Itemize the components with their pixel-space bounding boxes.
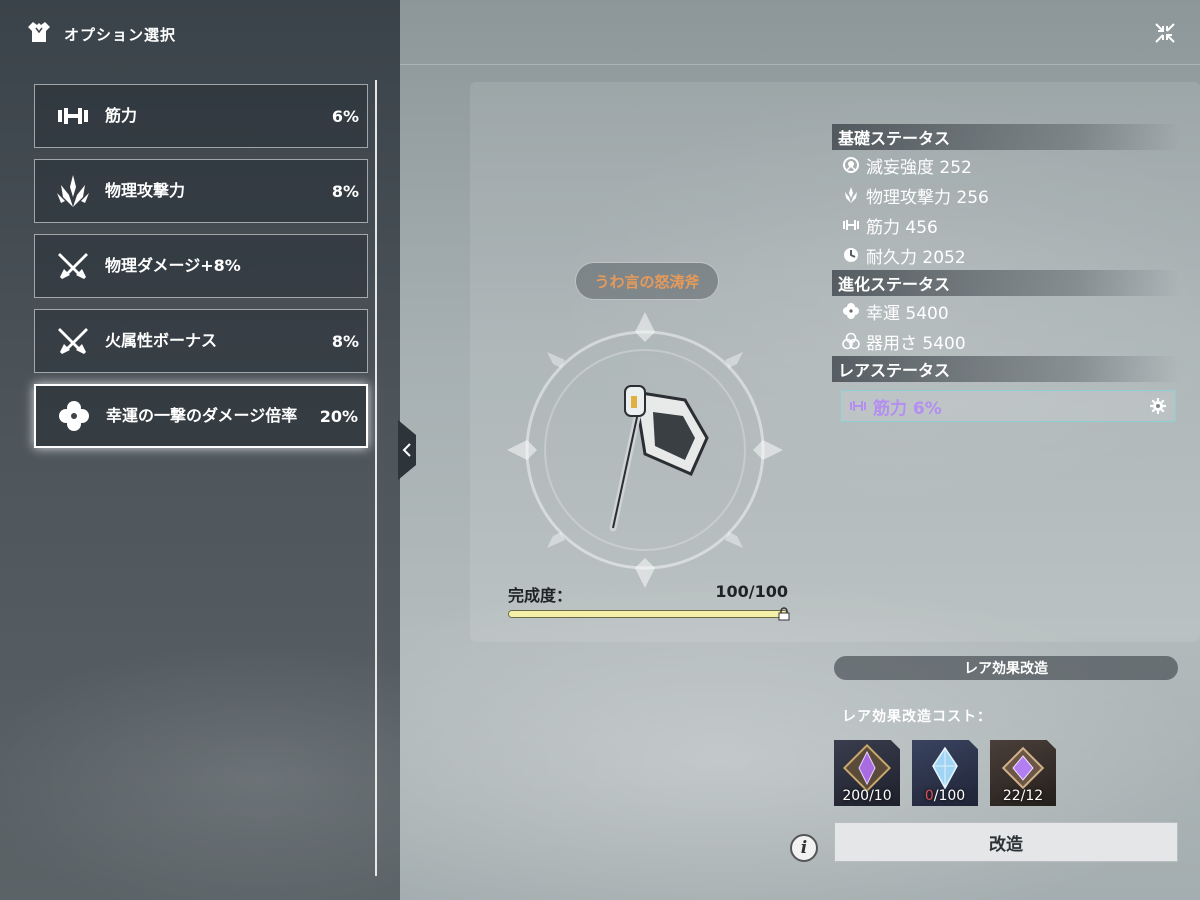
rare-stats-header: レアステータス — [832, 356, 1180, 382]
stat-label: 滅妄強度 252 — [866, 157, 972, 178]
collapse-panel-button[interactable] — [398, 420, 416, 480]
option-label: 物理ダメージ+8% — [105, 256, 241, 275]
weapon-frame — [505, 310, 785, 590]
header: オプション選択 — [26, 18, 176, 50]
crossed-swords-icon — [53, 323, 93, 359]
basic-stats-header: 基礎ステータス — [832, 124, 1180, 150]
lock-icon — [778, 607, 790, 621]
option-label: 物理攻撃力 — [105, 181, 186, 200]
cost-item[interactable]: 22/12 — [990, 740, 1056, 806]
rare-modify-header: レア効果改造 — [834, 656, 1178, 680]
completion-value: 100/100 — [715, 582, 788, 601]
option-item-fire-bonus[interactable]: 火属性ボーナス 8% — [34, 309, 368, 373]
option-list: 筋力 6% 物理攻撃力 8% 物理ダメージ+8% 火属性ボーナス 8% 幸運の一… — [34, 84, 368, 459]
rare-stat-slot[interactable]: 筋力 6% — [840, 390, 1176, 422]
option-value: 8% — [331, 331, 359, 351]
gear-icon[interactable] — [1149, 397, 1167, 415]
evolution-stats-header: 進化ステータス — [832, 270, 1180, 296]
rare-stat-label: 筋力 6% — [873, 398, 942, 419]
completion-bar-fill — [509, 611, 787, 617]
cost-count: 0/100 — [924, 788, 966, 804]
option-item-physical-damage[interactable]: 物理ダメージ+8% — [34, 234, 368, 298]
stat-row: 筋力 456 — [832, 210, 1180, 240]
stat-label: 耐久力 2052 — [866, 247, 966, 268]
stat-label: 筋力 456 — [866, 217, 938, 238]
axe-icon — [609, 385, 709, 532]
dumbbell-icon — [53, 98, 93, 134]
armor-icon — [26, 19, 52, 49]
chevron-left-icon — [402, 443, 411, 457]
crossed-swords-icon — [53, 248, 93, 284]
dumbbell-icon — [842, 216, 860, 234]
option-value: 20% — [319, 406, 358, 426]
cost-item[interactable]: 0/100 — [912, 740, 978, 806]
option-item-physical-attack[interactable]: 物理攻撃力 8% — [34, 159, 368, 223]
info-button[interactable]: i — [790, 834, 818, 862]
dumbbell-icon — [849, 397, 867, 415]
claw-icon — [53, 173, 93, 209]
clover-icon — [54, 398, 94, 434]
cost-count: 200/10 — [842, 788, 892, 804]
shield-icon — [842, 246, 860, 264]
close-button[interactable] — [1152, 20, 1178, 46]
dexterity-icon — [842, 332, 860, 350]
cost-count: 22/12 — [1002, 788, 1044, 804]
stats-panel: 基礎ステータス 滅妄強度 252 物理攻撃力 256 筋力 456 耐久力 20… — [832, 124, 1180, 422]
option-label: 筋力 — [105, 106, 138, 125]
blue-crystal-icon — [932, 746, 958, 790]
header-divider — [400, 64, 1200, 65]
cost-label: レア効果改造コスト： — [842, 709, 992, 725]
stat-row: 器用さ 5400 — [832, 326, 1180, 356]
modify-button[interactable]: 改造 — [834, 822, 1178, 862]
claw-icon — [842, 186, 860, 204]
stat-row: 耐久力 2052 — [832, 240, 1180, 270]
cost-list: 200/10 0/100 22/12 — [834, 740, 1056, 806]
stat-label: 器用さ 5400 — [866, 333, 966, 354]
panel-divider — [375, 80, 377, 876]
cost-item[interactable]: 200/10 — [834, 740, 900, 806]
collapse-arrows-icon — [1155, 23, 1175, 43]
completion-label: 完成度： — [508, 586, 573, 605]
completion-meter: 完成度： 100/100 — [508, 582, 790, 621]
page-title: オプション選択 — [64, 25, 177, 44]
clover-icon — [842, 302, 860, 320]
option-value: 8% — [331, 181, 359, 201]
psi-icon — [842, 156, 860, 174]
option-label: 火属性ボーナス — [105, 331, 218, 350]
stat-label: 幸運 5400 — [866, 303, 949, 324]
option-item-luck-damage[interactable]: 幸運の一撃のダメージ倍率 20% — [34, 384, 368, 448]
purple-crystal-frame-icon — [843, 744, 891, 792]
purple-gem-frame-icon — [1001, 746, 1045, 790]
option-value: 6% — [331, 106, 359, 126]
stat-row: 物理攻撃力 256 — [832, 180, 1180, 210]
weapon-name: うわ言の怒涛斧 — [575, 262, 719, 300]
stat-row: 幸運 5400 — [832, 296, 1180, 326]
stat-row: 滅妄強度 252 — [832, 150, 1180, 180]
option-label: 幸運の一撃のダメージ倍率 — [106, 406, 298, 425]
completion-bar — [508, 607, 790, 621]
option-item-strength[interactable]: 筋力 6% — [34, 84, 368, 148]
stat-label: 物理攻撃力 256 — [866, 187, 989, 208]
